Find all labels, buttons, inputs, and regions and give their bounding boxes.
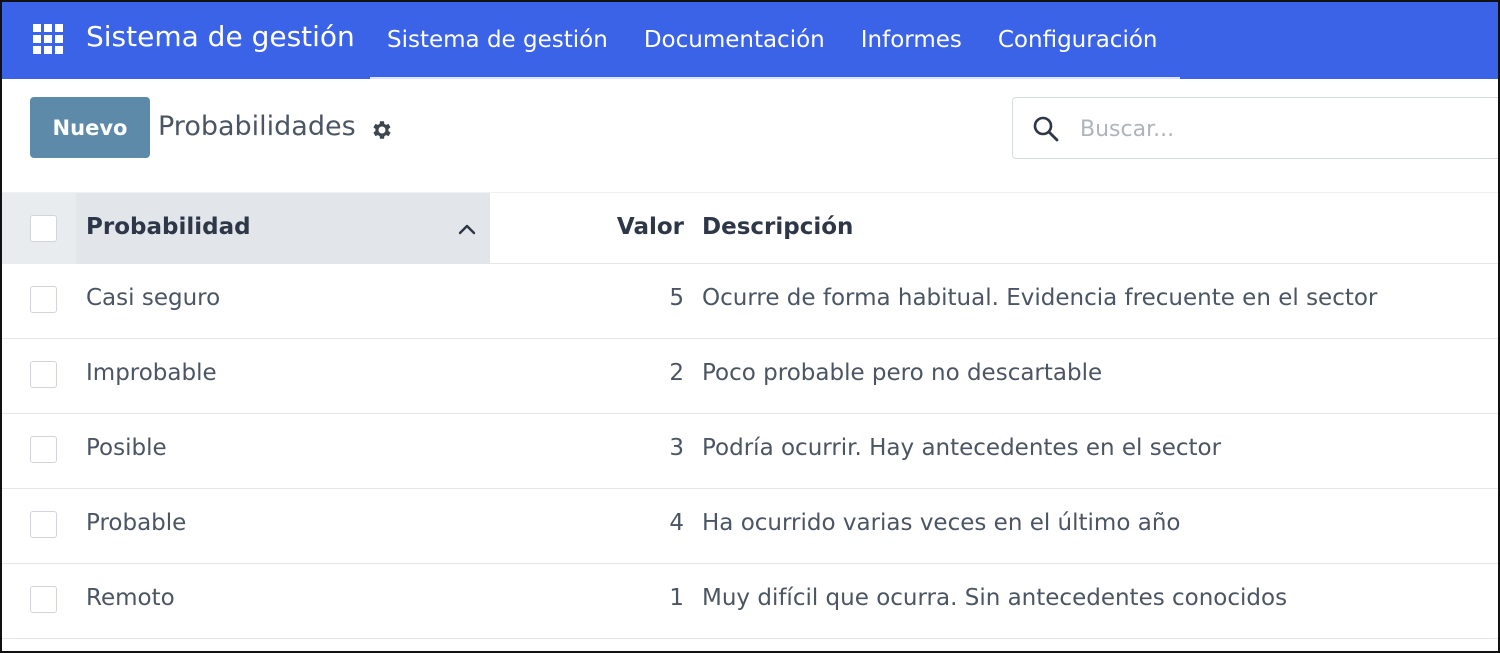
row-checkbox[interactable] [30, 436, 57, 463]
cell-valor: 2 [669, 360, 684, 386]
chevron-up-icon[interactable] [456, 218, 478, 240]
row-checkbox[interactable] [30, 361, 57, 388]
row-checkbox[interactable] [30, 586, 57, 613]
table-row[interactable]: Improbable 2 Poco probable pero no desca… [0, 339, 1500, 414]
table-row[interactable]: Casi seguro 5 Ocurre de forma habitual. … [0, 264, 1500, 339]
column-header-probabilidad[interactable]: Probabilidad [86, 214, 251, 240]
gear-icon[interactable] [370, 118, 394, 142]
app-brand[interactable]: Sistema de gestión [86, 20, 355, 53]
nav-item-documentacion[interactable]: Documentación [644, 27, 825, 53]
table-row[interactable]: Posible 3 Podría ocurrir. Hay antecedent… [0, 414, 1500, 489]
table-body: Casi seguro 5 Ocurre de forma habitual. … [0, 264, 1500, 639]
nav-item-configuracion[interactable]: Configuración [998, 27, 1158, 53]
cell-descripcion: Ocurre de forma habitual. Evidencia frec… [702, 285, 1378, 311]
table-row[interactable]: Remoto 1 Muy difícil que ocurra. Sin ant… [0, 564, 1500, 639]
nav-item-sistema[interactable]: Sistema de gestión [387, 27, 608, 53]
table-header: Probabilidad Valor Descripción [0, 192, 1500, 264]
cell-probabilidad: Casi seguro [86, 285, 221, 311]
row-checkbox[interactable] [30, 286, 57, 313]
page-title: Probabilidades [158, 111, 356, 142]
table-row[interactable]: Probable 4 Ha ocurrido varias veces en e… [0, 489, 1500, 564]
search-icon [1033, 116, 1059, 142]
cell-descripcion: Poco probable pero no descartable [702, 360, 1103, 386]
new-button[interactable]: Nuevo [30, 97, 150, 158]
top-navbar: Sistema de gestión Sistema de gestión Do… [0, 0, 1500, 79]
select-all-checkbox[interactable] [30, 215, 57, 242]
nav-underline [370, 77, 1180, 79]
cell-valor: 5 [669, 285, 684, 311]
cell-probabilidad: Probable [86, 510, 187, 536]
nav-item-informes[interactable]: Informes [861, 27, 962, 53]
cell-descripcion: Muy difícil que ocurra. Sin antecedentes… [702, 585, 1288, 611]
row-checkbox[interactable] [30, 511, 57, 538]
cell-descripcion: Podría ocurrir. Hay antecedentes en el s… [702, 435, 1222, 461]
nav-menu: Sistema de gestión Documentación Informe… [370, 0, 1176, 79]
search-input[interactable] [1080, 108, 1480, 150]
cell-valor: 4 [669, 510, 684, 536]
cell-descripcion: Ha ocurrido varias veces en el último añ… [702, 510, 1181, 536]
column-header-descripcion[interactable]: Descripción [702, 214, 853, 240]
cell-probabilidad: Posible [86, 435, 167, 461]
apps-grid-icon[interactable] [33, 24, 65, 54]
column-header-valor[interactable]: Valor [617, 214, 684, 240]
cell-valor: 1 [669, 585, 684, 611]
cell-probabilidad: Improbable [86, 360, 217, 386]
cell-valor: 3 [669, 435, 684, 461]
cell-probabilidad: Remoto [86, 585, 175, 611]
